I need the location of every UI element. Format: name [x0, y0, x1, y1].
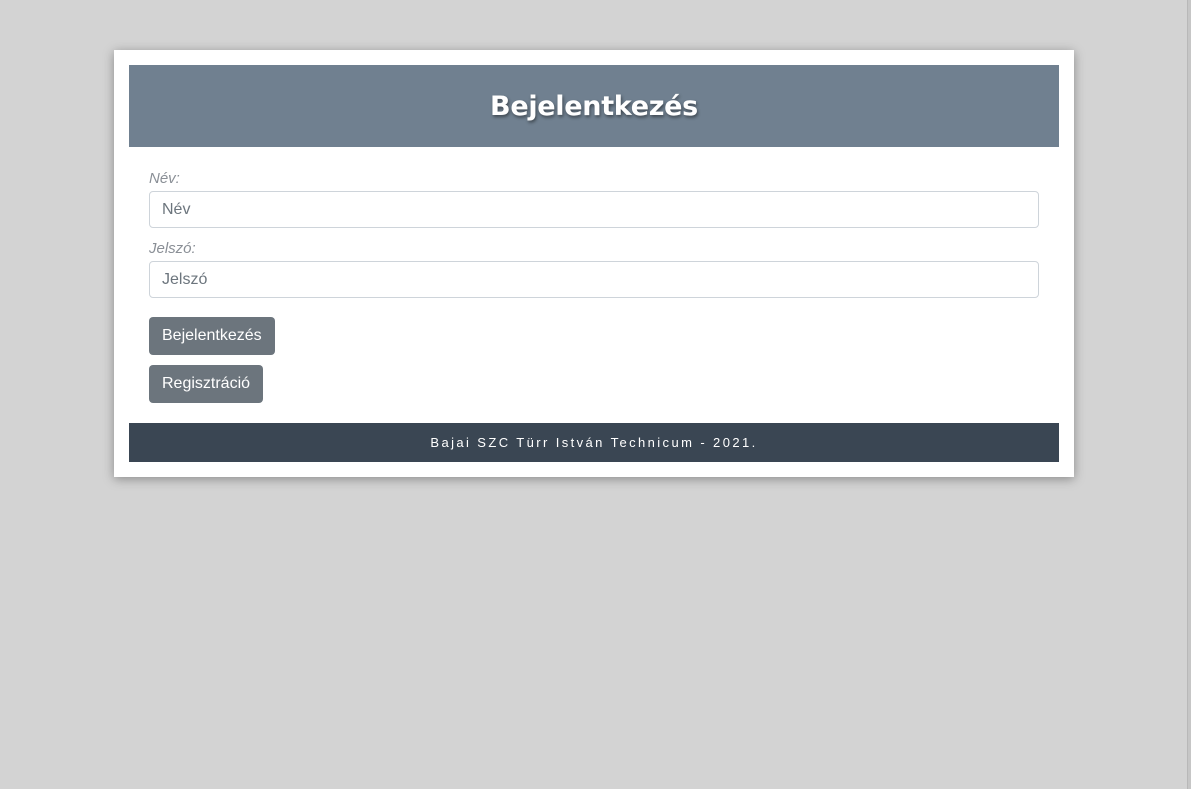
register-button[interactable]: Regisztráció: [149, 365, 264, 403]
name-input[interactable]: [149, 191, 1039, 228]
login-button[interactable]: Bejelentkezés: [149, 317, 275, 355]
page-title: Bejelentkezés: [490, 90, 698, 122]
password-label: Jelszó:: [149, 240, 196, 257]
login-card: Bejelentkezés Név: Jelszó: Bejelentkezés…: [114, 50, 1074, 477]
name-label: Név:: [149, 170, 180, 187]
login-header: Bejelentkezés: [129, 65, 1059, 147]
password-input[interactable]: [149, 261, 1039, 298]
footer: Bajai SZC Türr István Technicum - 2021.: [129, 423, 1059, 462]
scrollbar-edge: [1187, 0, 1191, 789]
footer-text: Bajai SZC Türr István Technicum - 2021.: [430, 435, 758, 450]
